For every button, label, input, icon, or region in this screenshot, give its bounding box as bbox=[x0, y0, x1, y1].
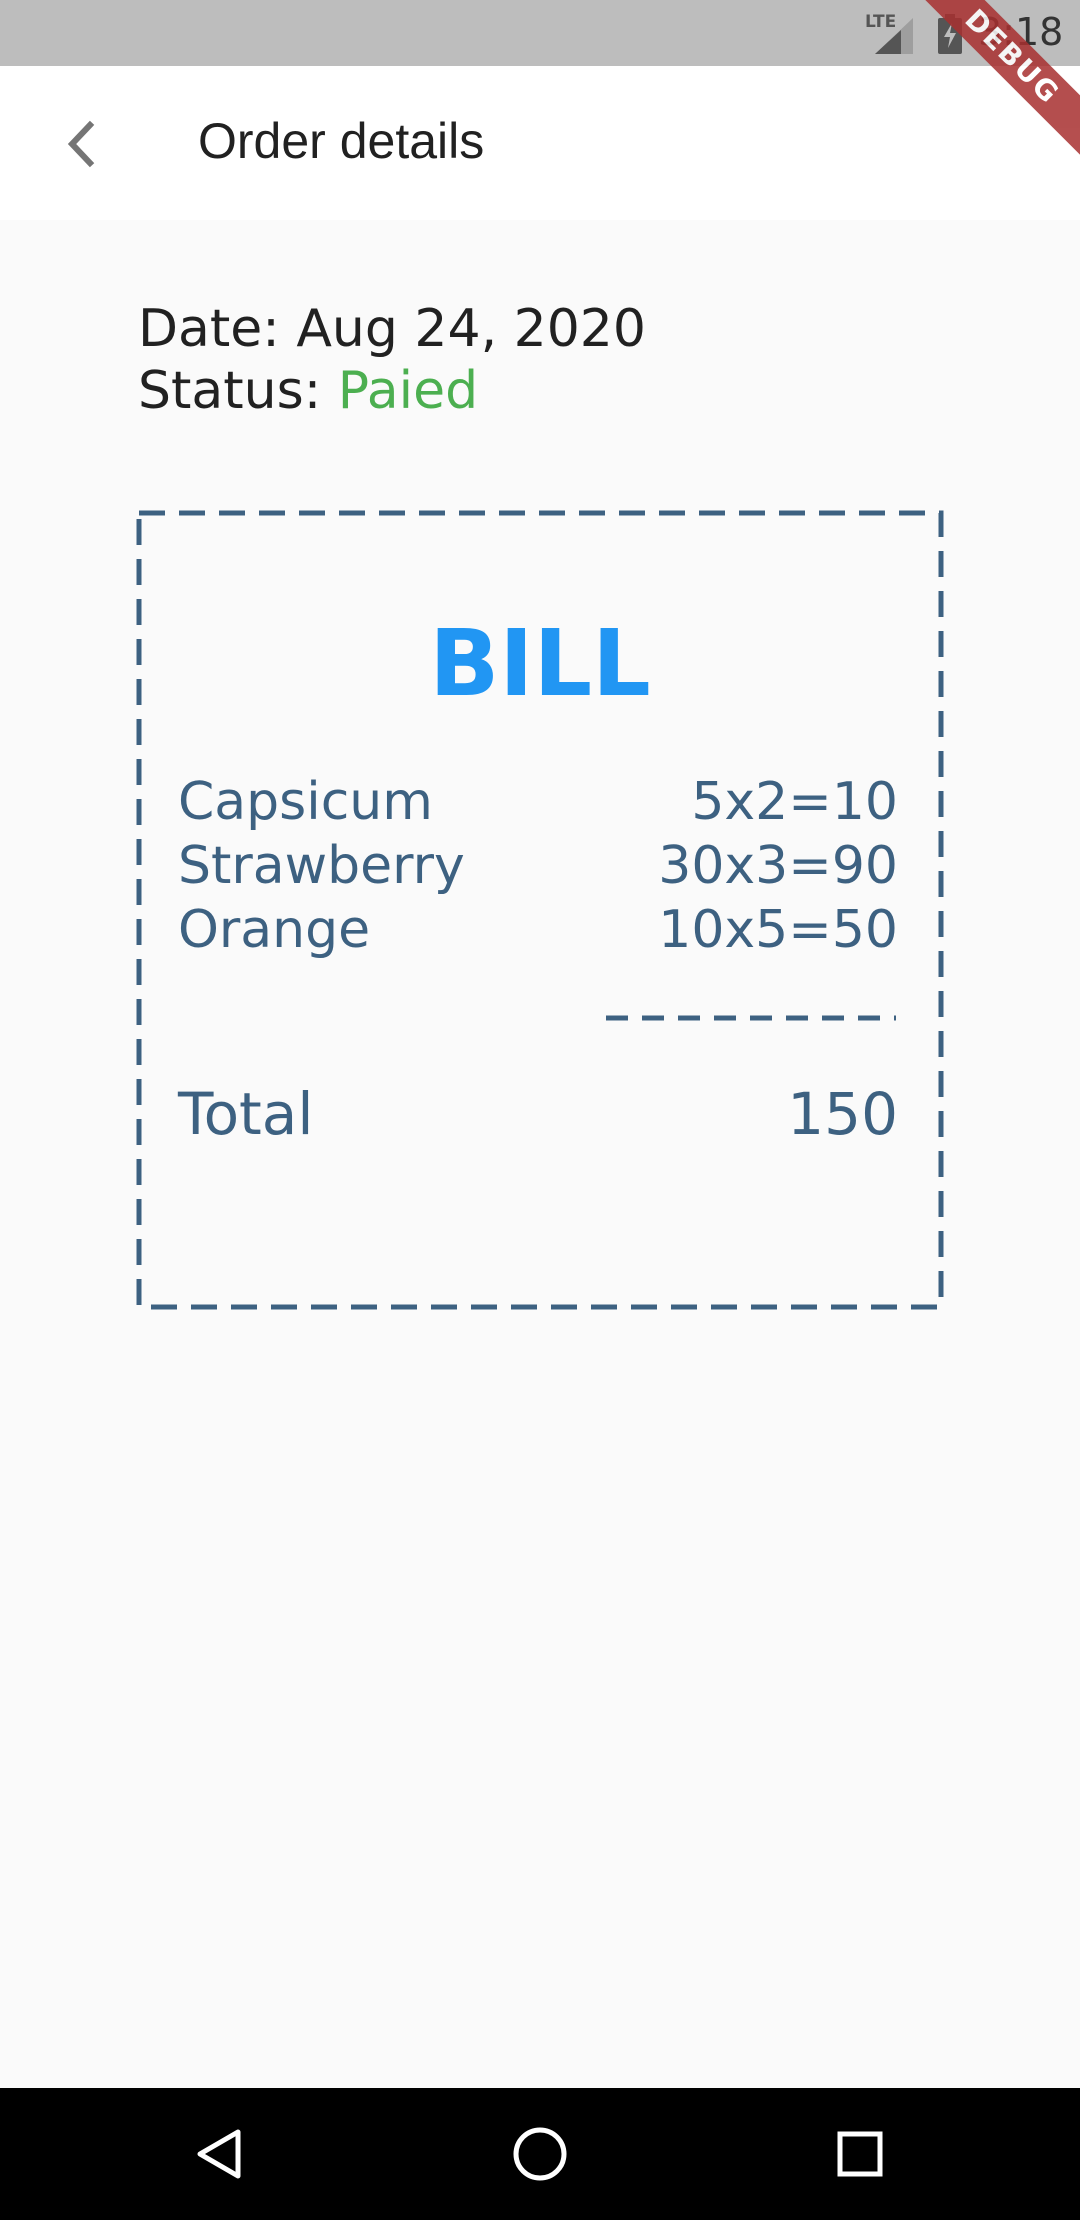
item-calc: 30x3=90 bbox=[658, 836, 898, 896]
item-calc: 5x2=10 bbox=[691, 772, 898, 832]
back-button[interactable] bbox=[40, 104, 120, 184]
total-label: Total bbox=[178, 1080, 314, 1148]
square-recents-icon bbox=[837, 2131, 883, 2177]
item-name: Orange bbox=[178, 900, 371, 960]
nav-back-button[interactable] bbox=[180, 2114, 260, 2194]
total-value: 150 bbox=[787, 1080, 898, 1148]
status-label: Status: bbox=[138, 361, 322, 421]
total-row: Total 150 bbox=[178, 1080, 898, 1148]
item-name: Strawberry bbox=[178, 836, 465, 896]
order-meta: Date: Aug 24, 2020 Status: Paied bbox=[138, 298, 646, 422]
bill-items: Capsicum 5x2=10 Strawberry 30x3=90 Orang… bbox=[178, 770, 898, 962]
page-title: Order details bbox=[198, 113, 485, 169]
item-name: Capsicum bbox=[178, 772, 433, 832]
bill-title: BILL bbox=[429, 610, 651, 717]
nav-recents-button[interactable] bbox=[820, 2114, 900, 2194]
date-value: Aug 24, 2020 bbox=[296, 299, 646, 359]
bill-card: BILL Capsicum 5x2=10 Strawberry 30x3=90 … bbox=[136, 510, 944, 1310]
bill-row: Capsicum 5x2=10 bbox=[178, 770, 898, 834]
bill-row: Orange 10x5=50 bbox=[178, 898, 898, 962]
nav-home-button[interactable] bbox=[500, 2114, 580, 2194]
status-value: Paied bbox=[337, 361, 479, 421]
signal-icon bbox=[875, 18, 913, 54]
circle-home-icon bbox=[513, 2127, 567, 2181]
date-label: Date: bbox=[138, 299, 280, 359]
system-nav-bar bbox=[0, 2088, 1080, 2220]
order-status: Status: Paied bbox=[138, 360, 646, 422]
triangle-back-icon bbox=[197, 2129, 241, 2179]
status-bar: LTE 3:18 bbox=[0, 0, 1080, 66]
chevron-left-icon bbox=[67, 120, 95, 168]
subtotal-divider bbox=[606, 1015, 896, 1021]
item-calc: 10x5=50 bbox=[658, 900, 898, 960]
order-date: Date: Aug 24, 2020 bbox=[138, 298, 646, 360]
app-bar: Order details bbox=[0, 66, 1080, 220]
bill-row: Strawberry 30x3=90 bbox=[178, 834, 898, 898]
